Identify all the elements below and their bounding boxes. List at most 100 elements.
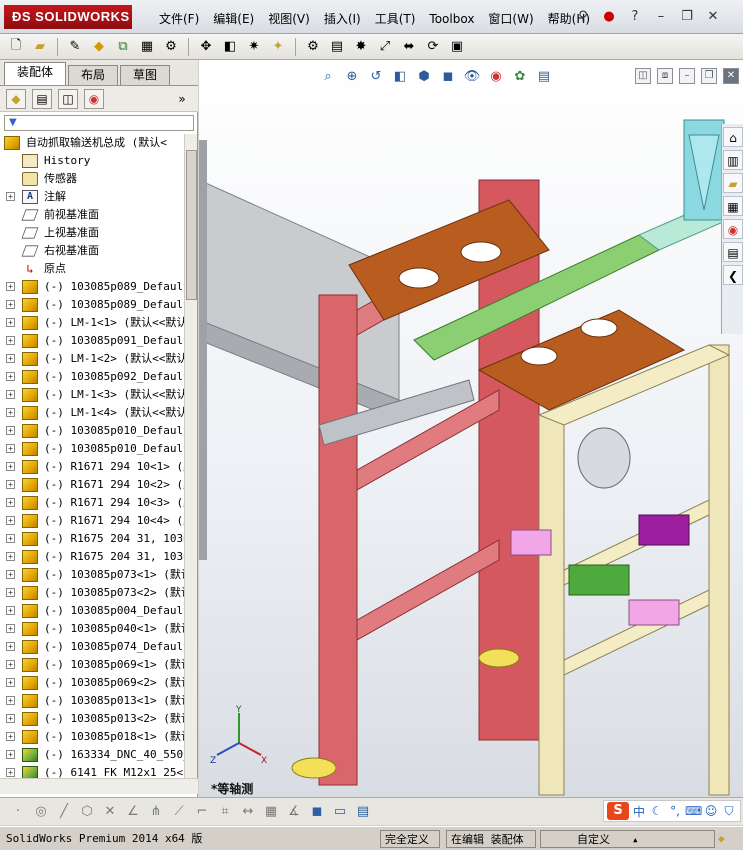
view-settings-icon[interactable]: ▤ [535, 68, 553, 86]
keyboard-icon[interactable]: ⌨ [685, 804, 702, 818]
expand-toggle-icon[interactable]: + [6, 336, 15, 345]
tree-item[interactable]: + (-) 103085p074_Default_ [0, 638, 184, 656]
edit-component-icon[interactable]: ✎ [65, 37, 85, 57]
tab-assembly[interactable]: 装配体 [4, 62, 67, 85]
expand-toggle-icon[interactable]: + [6, 696, 15, 705]
tree-item[interactable]: History [0, 152, 184, 170]
smart-fasteners-icon[interactable]: ⚙ [161, 37, 181, 57]
expand-toggle-icon[interactable]: + [6, 768, 15, 777]
tree-item[interactable]: + A 注解 [0, 188, 184, 206]
solidworks-resources-icon[interactable]: ⌂ [723, 127, 743, 147]
tree-item[interactable]: 前视基准面 [0, 206, 184, 224]
expand-toggle-icon[interactable]: + [6, 642, 15, 651]
menu-insert[interactable]: 插入(I) [317, 10, 368, 28]
expand-toggle-icon[interactable]: + [6, 516, 15, 525]
doc-close-icon[interactable]: ✕ [723, 68, 739, 84]
section-view-icon[interactable]: ◧ [391, 68, 409, 86]
tree-item[interactable]: + (-) 163334_DNC_40_550_P [0, 746, 184, 764]
expand-toggle-icon[interactable]: + [6, 372, 15, 381]
expand-toggle-icon[interactable]: + [6, 588, 15, 597]
view-orientation-icon[interactable]: ⬢ [415, 68, 433, 86]
polygon-icon[interactable]: ⬡ [77, 802, 97, 822]
tree-item[interactable]: + (-) 103085p013<1> (默认 [0, 692, 184, 710]
zoom-to-area-icon[interactable]: ⊕ [343, 68, 361, 86]
expand-toggle-icon[interactable]: + [6, 390, 15, 399]
tree-item[interactable]: + (-) 6141_FK_M12x1_25<1> [0, 764, 184, 778]
task-pane-expand-icon[interactable]: ❮ [723, 265, 743, 285]
tree-filter[interactable]: ▼ [4, 115, 194, 131]
appearances-scenes-icon[interactable]: ◉ [723, 219, 743, 239]
expand-toggle-icon[interactable]: + [6, 408, 15, 417]
sogou-logo[interactable]: S [607, 802, 629, 820]
expand-toggle-icon[interactable]: + [6, 444, 15, 453]
featuremanager-tree-icon[interactable]: ◆ [6, 88, 26, 109]
help-icon[interactable]: ? [626, 8, 644, 26]
traffic-light-icon[interactable]: ● [600, 8, 618, 26]
zoom-to-fit-icon[interactable]: ⌕ [319, 68, 337, 86]
tree-item[interactable]: + (-) 103085p089_Default_ [0, 278, 184, 296]
expand-toggle-icon[interactable]: + [6, 462, 15, 471]
menu-edit[interactable]: 编辑(E) [206, 10, 261, 28]
take-snapshot-icon[interactable]: ▣ [447, 37, 467, 57]
sheet-view-icon[interactable]: ▭ [330, 802, 350, 822]
explode-line-icon[interactable]: ⤢ [375, 37, 395, 57]
moon-icon[interactable]: ☾ [649, 804, 665, 818]
offset-icon[interactable]: ⟋ [169, 802, 189, 822]
menu-file[interactable]: 文件(F) [152, 10, 206, 28]
tree-item[interactable]: + (-) 103085p040<1> (默认 [0, 620, 184, 638]
expand-toggle-icon[interactable]: + [6, 480, 15, 489]
units-selector[interactable]: 自定义 ▴ [540, 830, 715, 848]
point-icon[interactable]: · [8, 802, 28, 822]
menu-tools[interactable]: 工具(T) [368, 10, 423, 28]
tree-item[interactable]: + (-) LM-1<1> (默认<<默认 [0, 314, 184, 332]
tree-item[interactable]: + (-) R1671 294 10<4> (默 [0, 512, 184, 530]
tree-item[interactable]: + (-) 103085p010_Default_ [0, 422, 184, 440]
tree-item[interactable]: + (-) R1675 204 31, 1036< [0, 548, 184, 566]
tree-item[interactable]: + (-) R1671 294 10<1> (默 [0, 458, 184, 476]
expand-toggle-icon[interactable]: + [6, 426, 15, 435]
expand-toggle-icon[interactable]: + [6, 552, 15, 561]
minimize-icon[interactable]: – [652, 8, 670, 26]
tree-vertical-scrollbar[interactable] [184, 134, 197, 778]
user-icon[interactable]: ☺ [703, 804, 719, 818]
expand-toggle-icon[interactable]: + [6, 732, 15, 741]
expand-toggle-icon[interactable]: + [6, 282, 15, 291]
reference-geometry-icon[interactable]: ✦ [268, 37, 288, 57]
tree-item[interactable]: + (-) 103085p069<2> (默认 [0, 674, 184, 692]
move-component-icon[interactable]: ✥ [196, 37, 216, 57]
expand-toggle-icon[interactable]: + [6, 750, 15, 759]
expand-toggle-icon[interactable]: + [6, 318, 15, 327]
edit-appearance-icon[interactable]: ◉ [487, 68, 505, 86]
tile-vertical-icon[interactable]: ⧈ [657, 68, 673, 84]
construction-geometry-icon[interactable]: ⌗ [215, 802, 235, 822]
snap-icon[interactable]: ∡ [284, 802, 304, 822]
custom-properties-icon[interactable]: ▤ [723, 242, 743, 262]
expand-panel-icon[interactable]: » [172, 89, 192, 109]
previous-view-icon[interactable]: ↺ [367, 68, 385, 86]
file-explorer-icon[interactable]: ▰ [723, 173, 743, 193]
exploded-view-icon[interactable]: ✸ [351, 37, 371, 57]
expand-toggle-icon[interactable]: + [6, 624, 15, 633]
line-icon[interactable]: ╱ [54, 802, 74, 822]
propertymanager-icon[interactable]: ▤ [32, 88, 52, 109]
configurationmanager-icon[interactable]: ◫ [58, 88, 78, 109]
tree-item[interactable]: + (-) R1671 294 10<2> (默 [0, 476, 184, 494]
menu-view[interactable]: 视图(V) [261, 10, 317, 28]
tile-horizontal-icon[interactable]: ◫ [635, 68, 651, 84]
tree-item[interactable]: + (-) 103085p073<2> (默认 [0, 584, 184, 602]
angle-icon[interactable]: ∠ [123, 802, 143, 822]
shirt-icon[interactable]: ⛉ [721, 804, 737, 819]
tree-item[interactable]: + (-) R1671 294 10<3> (默 [0, 494, 184, 512]
expand-toggle-icon[interactable]: + [6, 300, 15, 309]
open-folder-icon[interactable]: ▰ [30, 37, 50, 57]
tree-item[interactable]: + (-) 103085p013<2> (默认 [0, 710, 184, 728]
ime-language[interactable]: 中 [631, 803, 647, 820]
tree-item[interactable]: + (-) 103085p018<1> (默认 [0, 728, 184, 746]
mate-icon[interactable]: ⧉ [113, 37, 133, 57]
tree-item[interactable]: ↳ 原点 [0, 260, 184, 278]
close-icon[interactable]: ✕ [704, 8, 722, 26]
mirror-icon[interactable]: ⋔ [146, 802, 166, 822]
tree-item[interactable]: + (-) 103085p089_Default_ [0, 296, 184, 314]
display-style-icon[interactable]: ◼ [439, 68, 457, 86]
table-icon[interactable]: ▤ [353, 802, 373, 822]
